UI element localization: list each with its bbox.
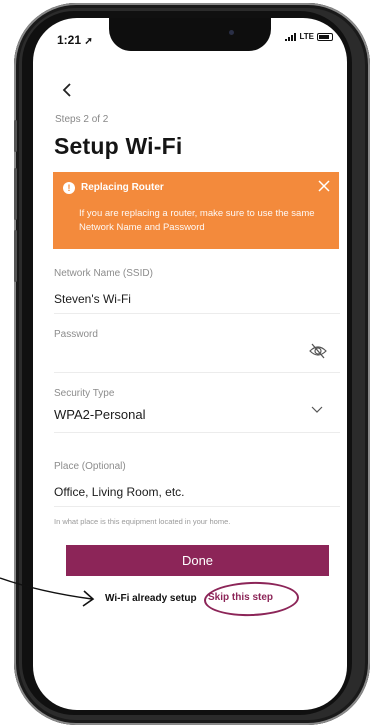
password-input[interactable]: [54, 348, 294, 364]
security-type-label: Security Type: [54, 388, 115, 399]
status-time: 1:21 ➚: [57, 33, 93, 47]
password-label: Password: [54, 329, 98, 340]
phone-notch: [109, 18, 271, 51]
divider: [54, 313, 340, 314]
alert-title: Replacing Router: [81, 182, 164, 193]
back-button[interactable]: [55, 78, 79, 102]
done-button[interactable]: Done: [66, 545, 329, 576]
phone-side-button: [14, 120, 17, 152]
divider: [54, 432, 340, 433]
ssid-label: Network Name (SSID): [54, 268, 153, 279]
network-type: LTE: [299, 32, 314, 41]
chevron-down-icon[interactable]: [310, 405, 324, 415]
page-title: Setup Wi-Fi: [54, 133, 183, 159]
place-hint: In what place is this equipment located …: [54, 517, 231, 526]
divider: [54, 372, 340, 373]
ssid-input[interactable]: Steven's Wi-Fi: [54, 292, 131, 306]
pointer-arrow-icon: [0, 577, 95, 607]
divider: [54, 506, 340, 507]
close-icon[interactable]: [317, 179, 331, 193]
replacing-router-alert: ! Replacing Router If you are replacing …: [53, 172, 339, 249]
place-input[interactable]: Office, Living Room, etc.: [54, 485, 185, 499]
phone-side-button: [14, 230, 17, 282]
location-arrow-icon: ➚: [84, 36, 93, 47]
eye-off-icon[interactable]: [308, 343, 328, 359]
wifi-already-setup-label: Wi-Fi already setup: [105, 593, 197, 604]
step-indicator: Steps 2 of 2: [55, 114, 109, 125]
chevron-left-icon: [62, 83, 71, 97]
signal-icon: [285, 32, 297, 41]
camera-icon: [229, 30, 234, 35]
security-type-select[interactable]: WPA2-Personal: [54, 407, 146, 422]
phone-side-button: [14, 168, 17, 220]
status-indicators: LTE: [285, 32, 333, 41]
alert-message: If you are replacing a router, make sure…: [79, 208, 315, 233]
info-icon: !: [63, 182, 75, 194]
battery-icon: [317, 32, 333, 41]
place-label: Place (Optional): [54, 461, 126, 472]
